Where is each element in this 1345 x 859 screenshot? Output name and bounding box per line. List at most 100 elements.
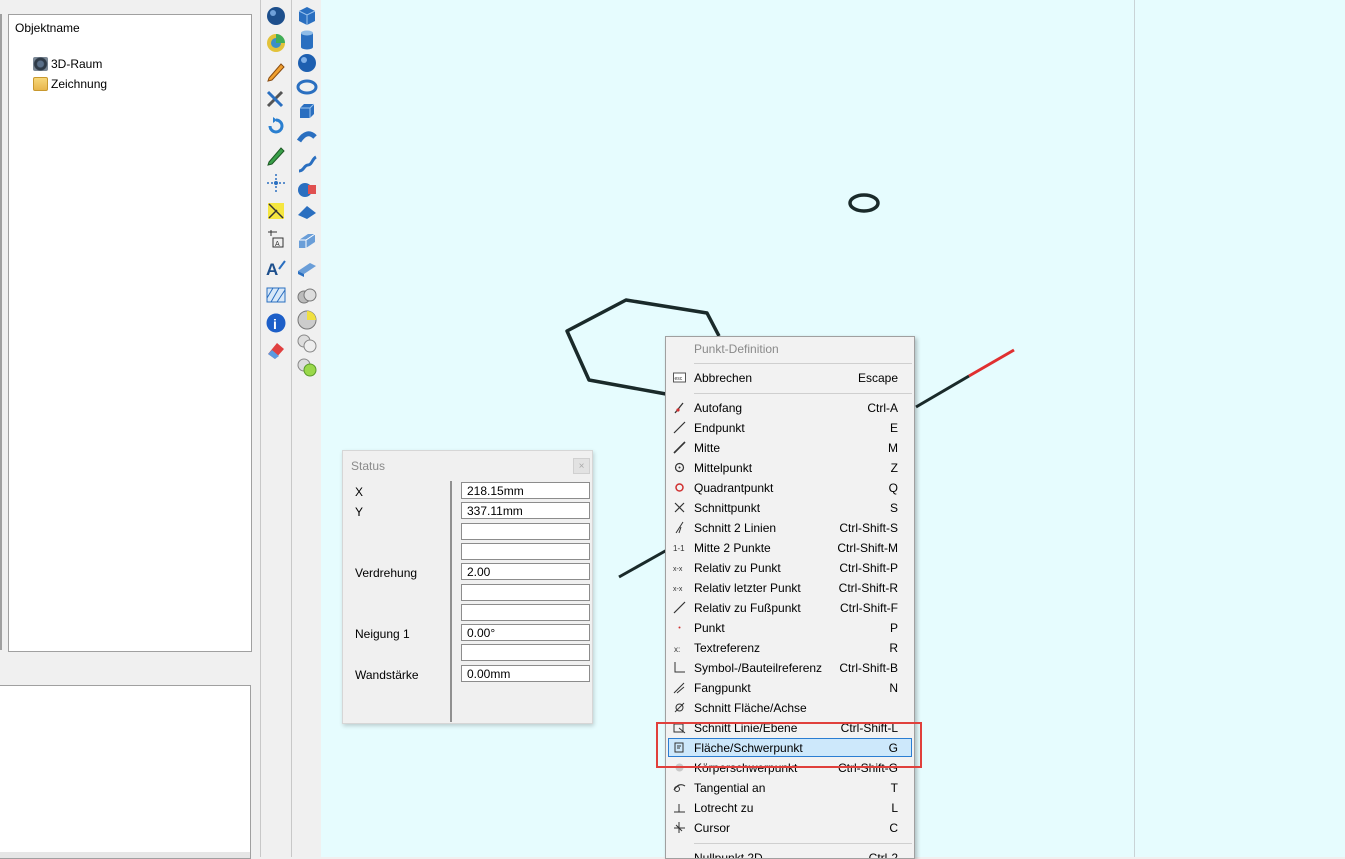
menu-item-relativ-zu-punkt[interactable]: x-x Relativ zu Punkt Ctrl-Shift-P bbox=[668, 558, 912, 577]
tools-icon[interactable] bbox=[264, 86, 288, 110]
menu-item-shortcut: Ctrl-Shift-B bbox=[839, 661, 898, 675]
status-field-empty[interactable] bbox=[461, 604, 590, 621]
info-icon[interactable]: i bbox=[264, 311, 288, 335]
properties-pane bbox=[0, 685, 251, 859]
symbol-icon[interactable]: A bbox=[264, 227, 288, 251]
menu-item-abbrechen[interactable]: esc Abbrechen Escape bbox=[668, 368, 912, 387]
menu-item-label: Tangential an bbox=[694, 781, 766, 795]
midline-icon bbox=[673, 441, 686, 454]
menu-item-label: Quadrantpunkt bbox=[694, 481, 774, 495]
spiral-icon[interactable] bbox=[295, 152, 319, 176]
canvas-right-area[interactable] bbox=[1135, 0, 1345, 857]
box-icon[interactable] bbox=[295, 99, 319, 123]
status-field-y[interactable]: 337.11mm bbox=[461, 502, 590, 519]
menu-item-label: Relativ zu Punkt bbox=[694, 561, 781, 575]
status-label-verdrehung: Verdrehung bbox=[355, 566, 418, 580]
boolean-spheres-icon[interactable] bbox=[295, 284, 319, 308]
ball-icon[interactable] bbox=[295, 51, 319, 75]
endpoint-icon bbox=[673, 421, 686, 434]
status-field-neigung[interactable]: 0.00° bbox=[461, 624, 590, 641]
tree-item-3d-raum[interactable]: 3D-Raum bbox=[33, 55, 102, 73]
menu-item-label: Relativ zu Fußpunkt bbox=[694, 601, 801, 615]
status-field-wandstaerke[interactable]: 0.00mm bbox=[461, 665, 590, 682]
esc-icon: esc bbox=[673, 372, 686, 383]
status-field-empty[interactable] bbox=[461, 543, 590, 560]
text-reference-icon: x: bbox=[674, 645, 680, 654]
menu-item-lotrecht-zu[interactable]: Lotrecht zu L bbox=[668, 798, 912, 817]
svg-text:1-1: 1-1 bbox=[673, 544, 685, 553]
status-field-empty[interactable] bbox=[461, 584, 590, 601]
cube-icon[interactable] bbox=[295, 4, 319, 28]
extrude-icon[interactable] bbox=[295, 227, 319, 251]
menu-item-relativ-letzter-punkt[interactable]: x-x Relativ letzter Punkt Ctrl-Shift-R bbox=[668, 578, 912, 597]
menu-item-cursor[interactable]: Cursor C bbox=[668, 818, 912, 837]
pen-icon[interactable] bbox=[264, 143, 288, 167]
solid-union-icon[interactable] bbox=[295, 177, 319, 201]
sphere-icon[interactable] bbox=[264, 4, 288, 28]
line-shape bbox=[915, 374, 970, 409]
menu-item-fangpunkt[interactable]: Fangpunkt N bbox=[668, 678, 912, 697]
svg-text:esc: esc bbox=[675, 376, 683, 382]
menu-item-shortcut: Ctrl-Shift-R bbox=[838, 581, 898, 595]
status-field-x[interactable]: 218.15mm bbox=[461, 482, 590, 499]
menu-item-nullpunkt-2d[interactable]: Nullpunkt 2D Ctrl-2 bbox=[668, 848, 912, 858]
menu-item-mitte[interactable]: Mitte M bbox=[668, 438, 912, 457]
intersection-icon bbox=[674, 502, 685, 513]
status-field-empty[interactable] bbox=[461, 523, 590, 540]
menu-item-mittelpunkt[interactable]: Mittelpunkt Z bbox=[668, 458, 912, 477]
menu-item-quadrantpunkt[interactable]: Quadrantpunkt Q bbox=[668, 478, 912, 497]
pencil-icon[interactable] bbox=[264, 59, 288, 83]
menu-item-endpunkt[interactable]: Endpunkt E bbox=[668, 418, 912, 437]
status-field-empty[interactable] bbox=[461, 644, 590, 661]
color-wheel-icon[interactable] bbox=[264, 31, 288, 55]
close-icon[interactable]: × bbox=[573, 458, 590, 474]
pipe-icon[interactable] bbox=[295, 126, 319, 150]
menu-separator bbox=[694, 393, 912, 394]
status-divider bbox=[450, 481, 452, 722]
menu-item-shortcut: E bbox=[889, 421, 898, 435]
menu-item-autofang[interactable]: Autofang Ctrl-A bbox=[668, 398, 912, 417]
status-field-verdrehung[interactable]: 2.00 bbox=[461, 563, 590, 580]
menu-item-punkt[interactable]: Punkt P bbox=[668, 618, 912, 637]
menu-item-shortcut: Escape bbox=[857, 371, 898, 385]
boolean-spheres-light-icon[interactable] bbox=[295, 331, 319, 355]
menu-item-label: Fangpunkt bbox=[694, 681, 751, 695]
tree-header[interactable]: Objektname bbox=[15, 21, 80, 35]
status-label-x: X bbox=[355, 485, 364, 499]
snap-points-icon[interactable] bbox=[264, 171, 288, 195]
menu-item-schnitt-2-linien[interactable]: Schnitt 2 Linien Ctrl-Shift-S bbox=[668, 518, 912, 537]
menu-item-relativ-zu-fußpunkt[interactable]: Relativ zu Fußpunkt Ctrl-Shift-F bbox=[668, 598, 912, 617]
menu-item-shortcut: Ctrl-Shift-P bbox=[839, 561, 898, 575]
menu-item-label: Textreferenz bbox=[694, 641, 761, 655]
menu-item-label: Symbol-/Bauteilreferenz bbox=[694, 661, 823, 675]
symbol-reference-icon bbox=[674, 662, 685, 673]
text-icon[interactable]: A bbox=[264, 256, 288, 280]
measure-icon[interactable] bbox=[264, 199, 288, 223]
horizontal-scrollbar[interactable] bbox=[0, 852, 250, 858]
cylinder-icon[interactable] bbox=[295, 28, 319, 52]
menu-item-schnitt-fläche-achse[interactable]: Schnitt Fläche/Achse bbox=[668, 698, 912, 717]
menu-item-tangential-an[interactable]: Tangential an T bbox=[668, 778, 912, 797]
rotate-icon[interactable] bbox=[264, 114, 288, 138]
hatch-icon[interactable] bbox=[264, 283, 288, 307]
boolean-spheres-green-icon[interactable] bbox=[295, 355, 319, 379]
torus-icon[interactable] bbox=[295, 75, 319, 99]
status-label-neigung: Neigung 1 bbox=[355, 627, 410, 641]
menu-item-symbol-bauteilreferenz[interactable]: Symbol-/Bauteilreferenz Ctrl-Shift-B bbox=[668, 658, 912, 677]
object-tree[interactable]: Objektname 3D-Raum Zeichnung bbox=[8, 14, 252, 652]
toolbar-3d bbox=[291, 0, 322, 857]
tree-item-zeichnung[interactable]: Zeichnung bbox=[33, 75, 107, 93]
wedge-icon[interactable] bbox=[295, 200, 319, 224]
menu-item-label: Abbrechen bbox=[694, 371, 753, 385]
eraser-icon[interactable] bbox=[264, 338, 288, 362]
plate-icon[interactable] bbox=[295, 256, 319, 280]
quadrant-icon bbox=[675, 483, 684, 492]
menu-item-schnittpunkt[interactable]: Schnittpunkt S bbox=[668, 498, 912, 517]
tangent-icon bbox=[673, 784, 686, 792]
menu-item-textreferenz[interactable]: x: Textreferenz R bbox=[668, 638, 912, 657]
svg-text:i: i bbox=[273, 316, 277, 332]
menu-separator bbox=[694, 363, 912, 364]
menu-item-mitte-2-punkte[interactable]: 1-1 Mitte 2 Punkte Ctrl-Shift-M bbox=[668, 538, 912, 557]
boolean-spheres-yellow-icon[interactable] bbox=[295, 308, 319, 332]
menu-item-shortcut: R bbox=[889, 641, 898, 655]
